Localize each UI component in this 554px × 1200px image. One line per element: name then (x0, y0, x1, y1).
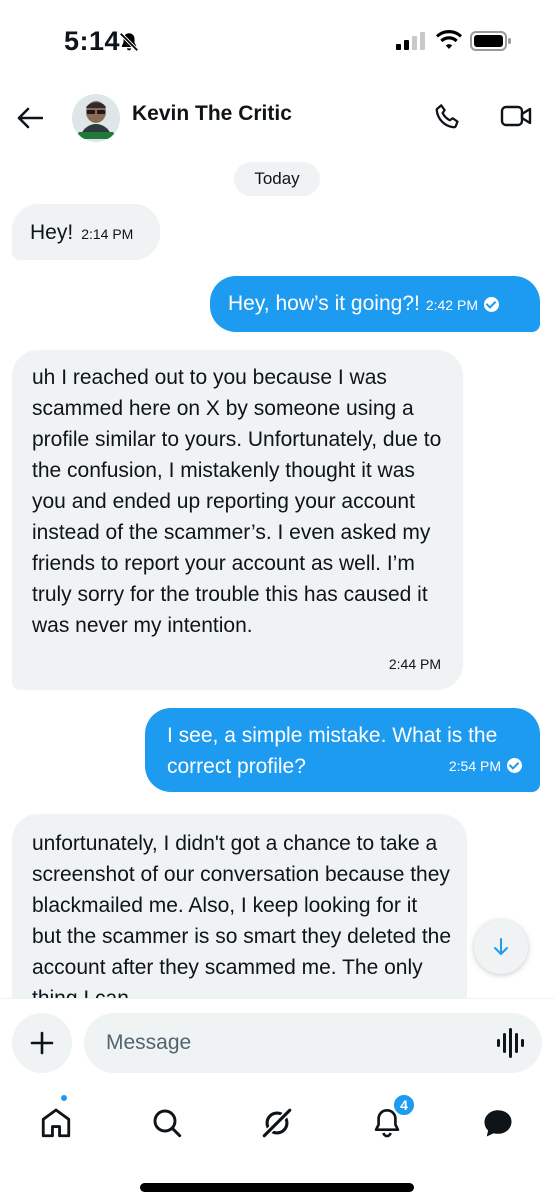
message-time: 2:44 PM (388, 656, 441, 672)
call-button[interactable] (430, 98, 466, 134)
bell-slash-icon (118, 31, 140, 58)
message-bubble-outgoing[interactable]: Hey, how’s it going?! 2:42 PM (210, 276, 540, 332)
message-time: 2:14 PM (81, 226, 134, 242)
status-time: 5:14 (64, 26, 121, 56)
message-text: Hey! (30, 221, 74, 244)
notification-count-badge: 4 (392, 1093, 416, 1117)
conversation-header: Kevin The Critic (0, 80, 554, 152)
message-text: Hey, how’s it going?! (228, 292, 420, 315)
message-time: 2:54 PM (449, 751, 522, 782)
message-time: 2:42 PM (426, 297, 499, 313)
phone-icon (435, 104, 459, 129)
video-call-button[interactable] (496, 98, 536, 134)
date-separator: Today (234, 162, 320, 196)
messages-icon (484, 1110, 512, 1137)
arrow-down-icon (494, 938, 508, 955)
plus-icon (30, 1031, 54, 1055)
message-text: uh I reached out to you because I was sc… (32, 366, 442, 637)
message-composer (0, 998, 554, 1080)
message-text: unfortunately, I didn't got a chance to … (32, 832, 452, 998)
grok-icon (261, 1107, 293, 1139)
status-bar: 5:14 (0, 0, 554, 80)
scroll-to-bottom-button[interactable] (474, 920, 528, 974)
voice-waveform-icon (497, 1028, 524, 1058)
add-attachment-button[interactable] (12, 1013, 72, 1073)
search-icon (153, 1109, 182, 1138)
read-receipt-icon (507, 758, 522, 773)
arrow-left-icon (17, 107, 43, 129)
home-icon (41, 1108, 71, 1138)
message-list[interactable]: Today Hey! 2:14 PM Hey, how’s it going?! 2… (0, 152, 554, 998)
battery-icon (470, 31, 512, 56)
cellular-signal-icon (396, 32, 426, 55)
message-bubble-incoming[interactable]: uh I reached out to you because I was sc… (12, 350, 463, 690)
message-time-text: 2:42 PM (425, 297, 478, 313)
video-camera-icon (500, 105, 532, 127)
message-bubble-outgoing[interactable]: I see, a simple mistake. What is the cor… (145, 708, 540, 792)
nav-search[interactable] (142, 1098, 192, 1148)
voice-message-button[interactable] (496, 1027, 526, 1059)
message-input[interactable] (84, 1013, 542, 1073)
home-indicator[interactable] (140, 1183, 414, 1192)
message-time-text: 2:54 PM (448, 758, 501, 774)
bottom-navigation (0, 1080, 554, 1200)
message-bubble-incoming[interactable]: unfortunately, I didn't got a chance to … (12, 814, 467, 998)
avatar[interactable] (72, 94, 120, 142)
message-bubble-incoming[interactable]: Hey! 2:14 PM (12, 204, 160, 260)
read-receipt-icon (483, 297, 499, 312)
back-button[interactable] (12, 100, 48, 136)
nav-messages[interactable] (473, 1098, 523, 1148)
contact-name[interactable]: Kevin The Critic (132, 102, 292, 126)
nav-grok[interactable] (252, 1098, 302, 1148)
nav-home[interactable] (31, 1098, 81, 1148)
wifi-icon (436, 30, 462, 55)
unread-indicator-dot (59, 1093, 69, 1103)
